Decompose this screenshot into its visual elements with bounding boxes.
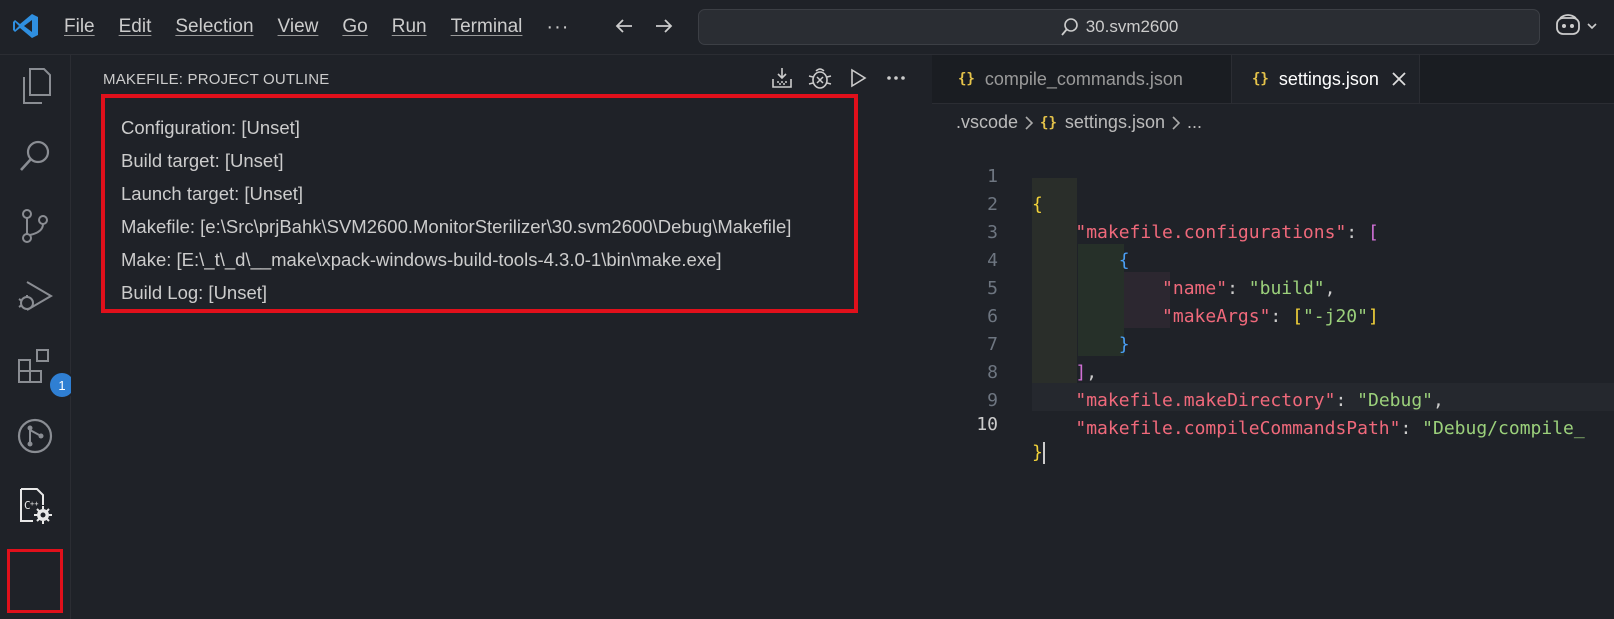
json-file-icon: {} xyxy=(1252,71,1269,87)
debug-icon[interactable] xyxy=(807,65,833,91)
json-colon: : xyxy=(1400,418,1423,439)
command-center-search[interactable]: 30.svm2600 xyxy=(698,9,1540,45)
breadcrumb: .vscode {} settings.json ... xyxy=(956,112,1202,133)
editor-area: {} compile_commands.json {} settings.jso… xyxy=(932,55,1614,619)
breadcrumb-file[interactable]: settings.json xyxy=(1065,112,1165,133)
json-key: "makefile.compileCommandsPath" xyxy=(1075,418,1401,439)
menu-go[interactable]: Go xyxy=(342,16,367,38)
makefile-tools-icon[interactable]: C ++ xyxy=(14,485,56,527)
search-text: 30.svm2600 xyxy=(1085,17,1179,36)
outline-item-configuration[interactable]: Configuration: [Unset] xyxy=(121,111,791,144)
brace-close: } xyxy=(1032,442,1043,463)
code-line-3: 3 { xyxy=(932,191,1614,271)
breadcrumb-folder[interactable]: .vscode xyxy=(956,112,1018,133)
title-bar: File Edit Selection View Go Run Terminal… xyxy=(0,0,1614,55)
vscode-logo-icon xyxy=(13,14,38,38)
outline-item-make[interactable]: Make: [E:\_t\_d\__make\xpack-windows-bui… xyxy=(121,243,791,276)
run-icon[interactable] xyxy=(845,65,871,91)
code-line-7: 7 ], xyxy=(932,303,1614,383)
menu-more-icon[interactable]: ··· xyxy=(546,16,569,39)
menu-bar: File Edit Selection View Go Run Terminal… xyxy=(64,0,569,54)
menu-terminal[interactable]: Terminal xyxy=(451,16,523,38)
menu-view[interactable]: View xyxy=(278,16,319,38)
outline-item-build-log[interactable]: Build Log: [Unset] xyxy=(121,276,791,309)
panel-actions xyxy=(769,65,921,91)
outline-item-makefile[interactable]: Makefile: [e:\Src\prjBahk\SVM2600.Monito… xyxy=(121,210,791,243)
code-line-2: 2 "makefile.configurations": [ xyxy=(932,163,1614,243)
tab-label: compile_commands.json xyxy=(984,68,1183,89)
code-line-4: 4 "name": "build", xyxy=(932,219,1614,299)
chevron-right-icon xyxy=(1172,115,1181,130)
close-icon[interactable] xyxy=(1391,71,1407,87)
activity-bar: 1 C ++ xyxy=(0,55,76,619)
outline-item-build-target[interactable]: Build target: [Unset] xyxy=(121,144,791,177)
explorer-icon[interactable] xyxy=(14,65,56,107)
code-line-8: 8 "makefile.makeDirectory": "Debug", xyxy=(932,331,1614,411)
outline-item-launch-target[interactable]: Launch target: [Unset] xyxy=(121,177,791,210)
menu-file[interactable]: File xyxy=(64,16,95,38)
more-actions-icon[interactable] xyxy=(883,65,909,91)
line-number: 10 xyxy=(976,414,998,435)
tab-compile-commands[interactable]: {} compile_commands.json xyxy=(932,55,1232,103)
svg-text:++: ++ xyxy=(30,500,38,508)
tab-settings-json[interactable]: {} settings.json xyxy=(1232,55,1420,103)
copilot-icon[interactable] xyxy=(1555,12,1603,40)
json-file-icon: {} xyxy=(1040,114,1057,131)
build-icon[interactable] xyxy=(769,65,795,91)
source-control-icon[interactable] xyxy=(14,205,56,247)
git-graph-icon[interactable] xyxy=(14,415,56,457)
tab-label: settings.json xyxy=(1278,68,1379,89)
menu-selection[interactable]: Selection xyxy=(175,16,253,38)
makefile-tools-highlight xyxy=(7,549,63,613)
search-icon[interactable] xyxy=(14,135,56,177)
back-arrow-icon[interactable] xyxy=(612,14,636,38)
breadcrumb-more[interactable]: ... xyxy=(1187,112,1202,133)
menu-edit[interactable]: Edit xyxy=(119,16,152,38)
outline-list: Configuration: [Unset] Build target: [Un… xyxy=(121,111,791,309)
text-cursor xyxy=(1042,442,1045,464)
panel-title: MAKEFILE: PROJECT OUTLINE xyxy=(103,71,330,88)
extensions-icon[interactable]: 1 xyxy=(14,345,76,399)
json-string: "Debug/compile_ xyxy=(1422,418,1585,439)
menu-run[interactable]: Run xyxy=(392,16,427,38)
code-line-6: 6 } xyxy=(932,275,1614,355)
run-debug-icon[interactable] xyxy=(14,275,56,317)
code-line-5: 5 "makeArgs": ["-j20"] xyxy=(932,247,1614,327)
forward-arrow-icon[interactable] xyxy=(652,14,676,38)
search-icon xyxy=(1060,18,1078,36)
chevron-right-icon xyxy=(1025,115,1034,130)
makefile-project-outline-panel: MAKEFILE: PROJECT OUTLINE Configuration:… xyxy=(71,55,931,619)
code-line-1: 1 { xyxy=(932,135,1614,215)
code-line-10: 10 } xyxy=(932,383,1614,464)
json-file-icon: {} xyxy=(958,71,975,87)
editor-tabs: {} compile_commands.json {} settings.jso… xyxy=(932,55,1614,104)
